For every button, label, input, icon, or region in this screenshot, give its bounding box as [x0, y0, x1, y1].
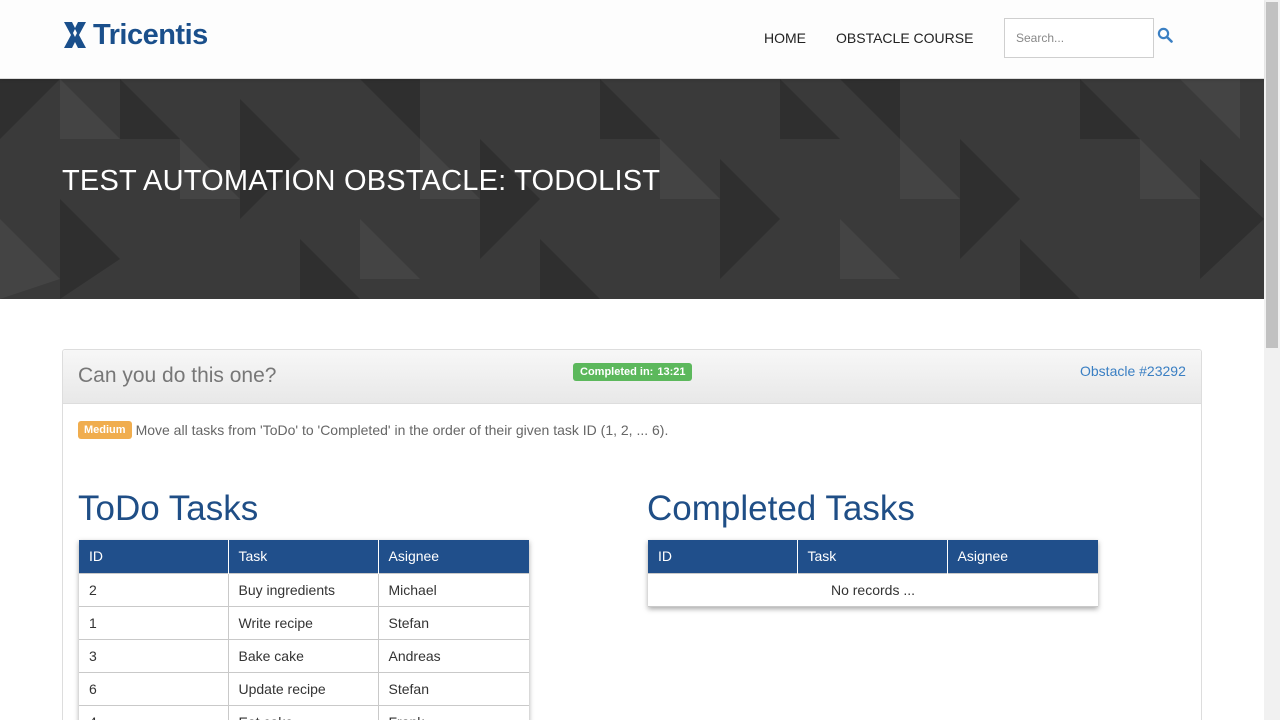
todo-tasks-table: ID Task Asignee 2 Buy ingredients Michae…	[79, 540, 529, 720]
task-asignee: Frank	[377, 704, 529, 720]
obstacle-panel: Can you do this one? Completed in: 13:21 …	[62, 349, 1202, 720]
completed-label: Completed in:	[580, 366, 654, 378]
brand-name: Tricentis	[93, 18, 208, 51]
task-instruction: Move all tasks from 'ToDo' to 'Completed…	[135, 422, 669, 438]
search-input[interactable]	[1004, 18, 1154, 58]
completed-time: 13:21	[657, 366, 686, 378]
task-id: 6	[79, 671, 229, 706]
column-header-asignee: Asignee	[947, 540, 1098, 573]
task-id: 1	[79, 605, 229, 640]
panel-title: Can you do this one?	[78, 364, 277, 387]
search-icon[interactable]	[1157, 27, 1173, 43]
nav-home-link[interactable]: HOME	[764, 30, 806, 46]
task-id: 3	[79, 638, 229, 673]
task-id: 4	[79, 704, 229, 720]
completed-tasks-table[interactable]: ID Task Asignee No records ...	[648, 540, 1098, 607]
todo-table-header: ID Task Asignee	[79, 540, 529, 573]
tricentis-logo[interactable]: Tricentis	[62, 19, 208, 51]
completed-tasks-heading: Completed Tasks	[647, 489, 915, 528]
top-navbar: Tricentis HOME OBSTACLE COURSE	[0, 0, 1264, 79]
task-id: 2	[79, 572, 229, 607]
task-name: Update recipe	[227, 671, 379, 706]
todo-tasks-heading: ToDo Tasks	[78, 489, 259, 528]
task-name: Write recipe	[227, 605, 379, 640]
task-asignee: Stefan	[377, 671, 529, 706]
page-scrollbar-thumb[interactable]	[1266, 2, 1278, 348]
hero-banner: TEST AUTOMATION OBSTACLE: TODOLIST	[0, 79, 1264, 299]
no-records-text: No records ...	[648, 572, 1098, 607]
todo-task-row[interactable]: 4 Eat cake Frank	[79, 704, 529, 720]
task-name: Bake cake	[227, 638, 379, 673]
column-header-task: Task	[797, 540, 948, 573]
column-header-id: ID	[79, 540, 229, 573]
task-name: Eat cake	[227, 704, 379, 720]
obstacle-id-link[interactable]: Obstacle #23292	[1080, 363, 1186, 379]
tricentis-logo-icon	[64, 22, 86, 48]
todo-task-row[interactable]: 1 Write recipe Stefan	[79, 605, 529, 640]
column-header-id: ID	[648, 540, 798, 573]
todo-task-row[interactable]: 3 Bake cake Andreas	[79, 638, 529, 673]
panel-heading: Can you do this one? Completed in: 13:21 …	[63, 350, 1201, 404]
column-header-task: Task	[228, 540, 379, 573]
task-description: Medium Move all tasks from 'ToDo' to 'Co…	[78, 421, 668, 439]
completed-time-badge: Completed in: 13:21	[573, 363, 693, 381]
todo-task-row[interactable]: 2 Buy ingredients Michael	[79, 572, 529, 607]
task-asignee: Michael	[377, 572, 529, 607]
page-title: TEST AUTOMATION OBSTACLE: TODOLIST	[62, 165, 661, 197]
completed-table-header: ID Task Asignee	[648, 540, 1098, 573]
column-header-asignee: Asignee	[378, 540, 529, 573]
todo-task-row[interactable]: 6 Update recipe Stefan	[79, 671, 529, 706]
task-asignee: Andreas	[377, 638, 529, 673]
difficulty-badge: Medium	[78, 421, 132, 439]
task-asignee: Stefan	[377, 605, 529, 640]
empty-row: No records ...	[648, 572, 1098, 607]
nav-obstacle-course-link[interactable]: OBSTACLE COURSE	[836, 30, 973, 46]
task-name: Buy ingredients	[227, 572, 379, 607]
